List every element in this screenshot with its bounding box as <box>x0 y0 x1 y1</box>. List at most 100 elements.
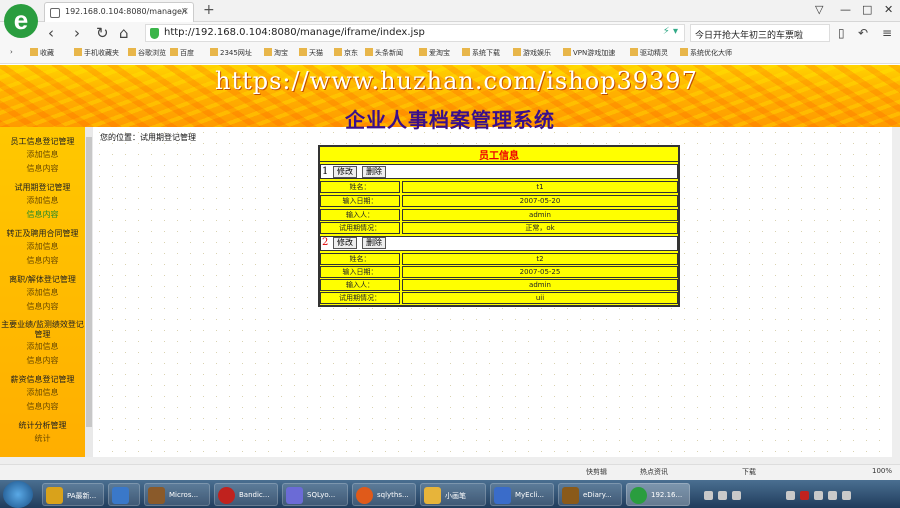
panel-title: 员工信息 <box>320 147 678 162</box>
sidebar-link-add-info[interactable]: 添加信息 <box>0 241 85 252</box>
paint-icon <box>424 487 441 504</box>
browser-tab[interactable]: 192.168.0.104:8080/manage/i × <box>44 2 194 22</box>
new-tab-icon[interactable]: + <box>203 2 215 18</box>
menu-icon[interactable]: ▽ <box>815 3 823 16</box>
sidebar-heading-salary: 薪资信息登记管理 <box>10 375 75 384</box>
sidebar-link-info-list[interactable]: 信息内容 <box>0 401 85 412</box>
edit-button[interactable]: 修改 <box>333 237 357 249</box>
bookmark-item[interactable]: 头条新闻 <box>365 48 403 58</box>
bookmark-item[interactable]: 系统下载 <box>462 48 500 58</box>
field-value-date: 2007-05-20 <box>402 195 678 207</box>
tray-icon[interactable] <box>704 491 713 500</box>
delete-button[interactable]: 删除 <box>362 166 386 178</box>
taskbar-item[interactable]: Micros... <box>144 483 210 506</box>
sidebar-link-add-info[interactable]: 添加信息 <box>0 341 85 352</box>
record-number: 1 <box>322 166 329 177</box>
url-tools-icon[interactable]: ⚡ ▾ <box>663 26 678 37</box>
page-scrollbar[interactable] <box>892 127 900 457</box>
taskbar-item[interactable]: sqlyths... <box>352 483 416 506</box>
breadcrumb: 您的位置：试用期登记管理 <box>100 133 196 142</box>
field-value-probation: 正常，ok <box>402 222 678 234</box>
tray-icon[interactable] <box>718 491 727 500</box>
field-label-probation: 试用期情况： <box>320 222 400 234</box>
system-title: 企业人事档案管理系统 <box>345 108 555 132</box>
bird-icon <box>112 487 129 504</box>
quick-clip-button[interactable]: 快剪辑 <box>586 467 607 477</box>
hot-news-button[interactable]: 热点资讯 <box>640 467 668 477</box>
bookmark-item[interactable]: 谷歌浏览 <box>128 48 166 58</box>
tray-icon[interactable] <box>814 491 823 500</box>
start-button[interactable] <box>3 481 33 508</box>
tray-icon[interactable] <box>732 491 741 500</box>
bookmark-item[interactable]: 游戏娱乐 <box>513 48 551 58</box>
sidebar-link-info-list[interactable]: 信息内容 <box>0 209 85 220</box>
record-icon <box>218 487 235 504</box>
field-value-date: 2007-05-25 <box>402 266 678 278</box>
reader-icon[interactable]: ▯ <box>838 26 845 40</box>
taskbar-item[interactable]: 小画笔 <box>420 483 486 506</box>
bookmark-item[interactable]: 百度 <box>170 48 194 58</box>
bookmark-item[interactable]: 爱淘宝 <box>419 48 450 58</box>
maximize-icon[interactable]: □ <box>862 3 872 16</box>
sidebar-link-add-info[interactable]: 添加信息 <box>0 195 85 206</box>
sidebar-link-add-info[interactable]: 添加信息 <box>0 287 85 298</box>
sidebar-heading-contract: 转正及聘用合同管理 <box>6 229 79 238</box>
close-tab-icon[interactable]: × <box>181 6 189 17</box>
undo-icon[interactable]: ↶ <box>858 26 868 40</box>
bookmark-item[interactable]: 手机收藏夹 <box>74 48 119 58</box>
sidebar-link-info-list[interactable]: 信息内容 <box>0 255 85 266</box>
field-value-probation: uii <box>402 292 678 304</box>
taskbar-item[interactable]: Bandic... <box>214 483 278 506</box>
back-icon[interactable]: ‹ <box>48 24 54 42</box>
taskbar-item-active[interactable]: 192.16... <box>626 483 690 506</box>
address-bar[interactable]: http://192.168.0.104:8080/manage/iframe/… <box>145 24 685 42</box>
browser-logo-icon[interactable]: e <box>4 4 38 38</box>
scrollbar-thumb[interactable] <box>86 137 92 427</box>
sidebar-link-info-list[interactable]: 信息内容 <box>0 355 85 366</box>
taskbar-item[interactable]: SQLyo... <box>282 483 348 506</box>
sidebar-link-add-info[interactable]: 添加信息 <box>0 149 85 160</box>
taskbar-item[interactable]: eDiary... <box>558 483 622 506</box>
url-text: http://192.168.0.104:8080/manage/iframe/… <box>164 27 425 38</box>
download-button[interactable]: 下载 <box>742 467 756 477</box>
bookmarks-toggle-icon[interactable]: › <box>10 48 13 56</box>
bookmark-item[interactable]: 驱动精灵 <box>630 48 668 58</box>
close-window-icon[interactable]: ✕ <box>884 3 893 16</box>
field-label-name: 姓名： <box>320 253 400 265</box>
bookmark-item[interactable]: 收藏 <box>30 48 54 58</box>
bookmark-item[interactable]: 2345网址 <box>210 48 252 58</box>
zoom-level[interactable]: 100% <box>872 467 892 475</box>
search-input[interactable]: 今日开抢大年初三的车票啦 <box>690 24 830 42</box>
bookmark-item[interactable]: 淘宝 <box>264 48 288 58</box>
diary-icon <box>562 487 579 504</box>
tray-icon[interactable] <box>842 491 851 500</box>
field-value-name: t2 <box>402 253 678 265</box>
sidebar-link-info-list[interactable]: 信息内容 <box>0 301 85 312</box>
field-value-name: t1 <box>402 181 678 193</box>
taskbar-item[interactable]: MyEcli... <box>490 483 554 506</box>
tray-icon[interactable] <box>828 491 837 500</box>
sidebar-scrollbar[interactable] <box>85 127 93 457</box>
home-icon[interactable]: ⌂ <box>119 24 129 42</box>
page-favicon-icon <box>50 8 60 18</box>
search-icon <box>356 487 373 504</box>
taskbar-item[interactable]: PA最新... <box>42 483 104 506</box>
taskbar-item[interactable] <box>108 483 140 506</box>
edit-button[interactable]: 修改 <box>333 166 357 178</box>
tab-title: 192.168.0.104:8080/manage/i <box>65 7 187 16</box>
forward-icon[interactable]: › <box>74 24 80 42</box>
bookmark-item[interactable]: 系统优化大师 <box>680 48 732 58</box>
bookmark-item[interactable]: VPN游戏加速 <box>563 48 615 58</box>
horizontal-scrollbar[interactable] <box>0 457 900 464</box>
sidebar-link-add-info[interactable]: 添加信息 <box>0 387 85 398</box>
delete-button[interactable]: 删除 <box>362 237 386 249</box>
tray-icon[interactable] <box>800 491 809 500</box>
sidebar-link-info-list[interactable]: 信息内容 <box>0 163 85 174</box>
refresh-icon[interactable]: ↻ <box>96 24 109 42</box>
tray-icon[interactable] <box>786 491 795 500</box>
sidebar-link-statistics[interactable]: 统计 <box>0 433 85 444</box>
bookmark-item[interactable]: 京东 <box>334 48 358 58</box>
bookmark-item[interactable]: 天猫 <box>299 48 323 58</box>
minimize-icon[interactable]: — <box>840 3 851 16</box>
settings-menu-icon[interactable]: ≡ <box>882 26 892 40</box>
